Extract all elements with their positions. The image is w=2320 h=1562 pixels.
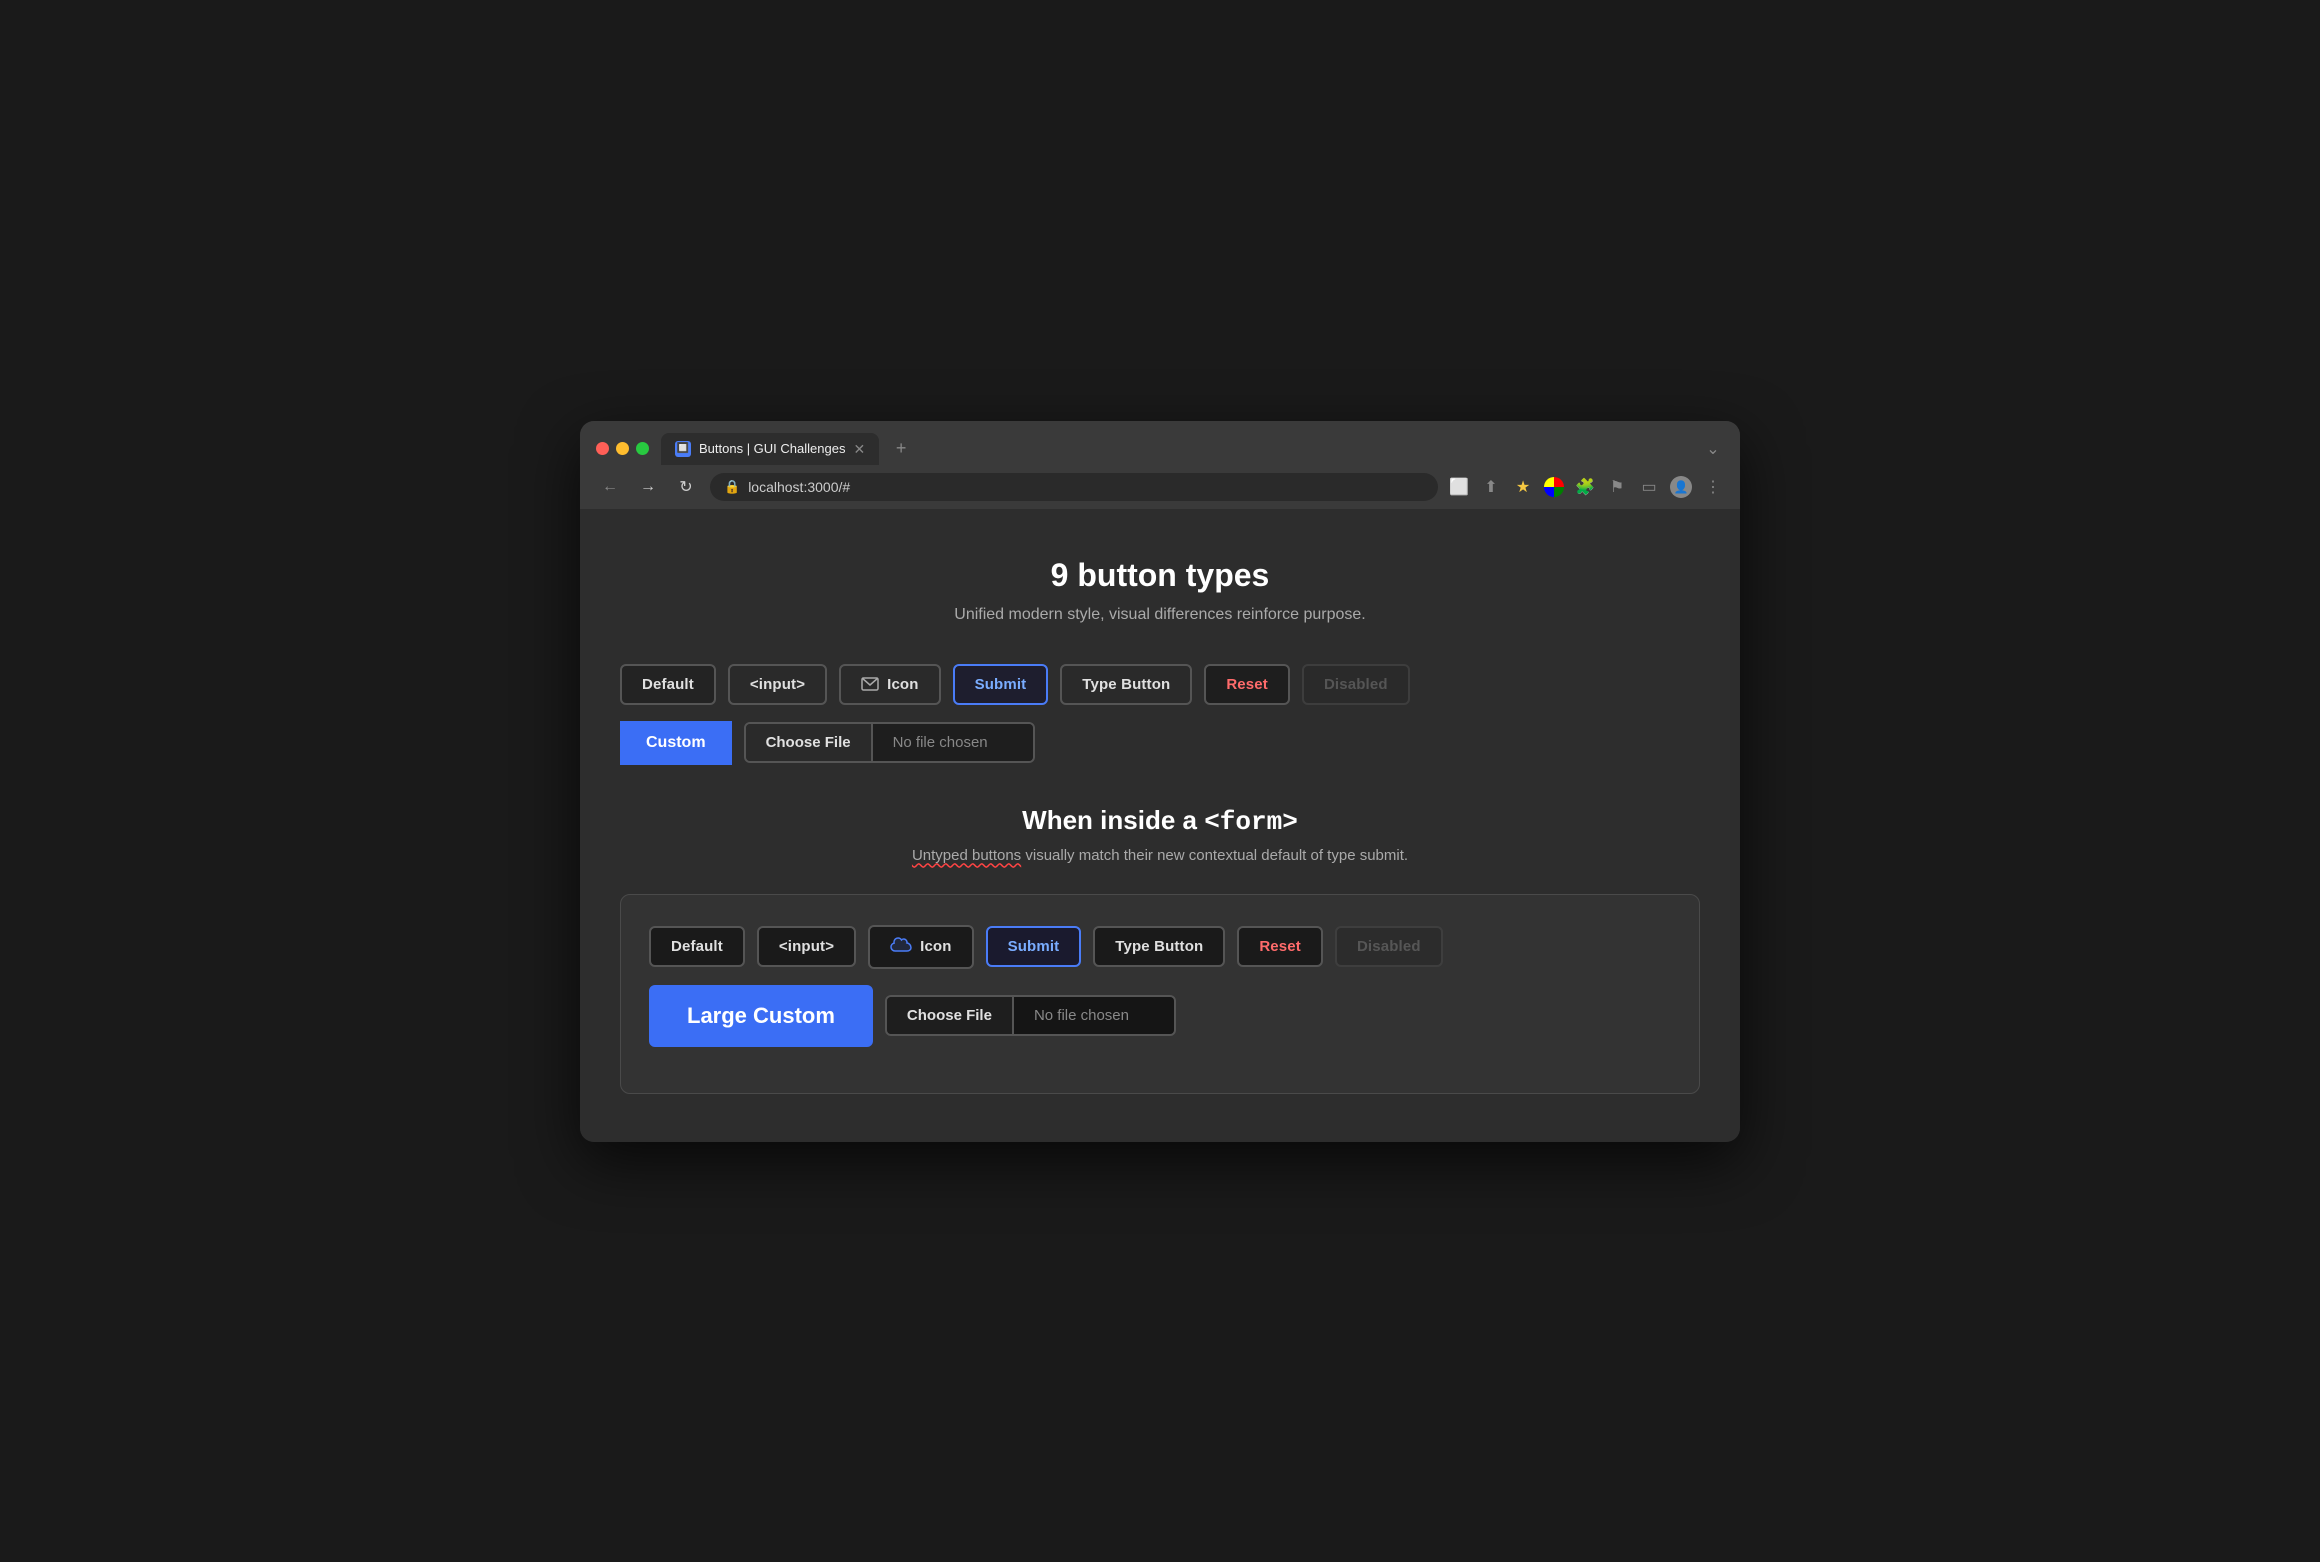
- form-disabled-button: Disabled: [1335, 926, 1443, 967]
- choose-file-button[interactable]: Choose File: [746, 724, 873, 761]
- section2-heading: When inside a <form>: [620, 805, 1700, 837]
- button-row-3: Default <input> Icon Submit Type Button …: [649, 925, 1671, 969]
- address-bar[interactable]: 🔒 localhost:3000/#: [710, 473, 1438, 501]
- reload-button[interactable]: ↻: [672, 473, 700, 501]
- address-text: localhost:3000/#: [748, 479, 850, 495]
- toolbar: ← → ↻ 🔒 localhost:3000/# ⬜ ⬆ ★ 🧩 ⚑ ▭ 👤 ⋮: [580, 465, 1740, 509]
- sidebar-icon[interactable]: ▭: [1638, 476, 1660, 498]
- close-tab-button[interactable]: ✕: [853, 442, 865, 456]
- page-subtitle: Unified modern style, visual differences…: [620, 606, 1700, 624]
- profile-avatar[interactable]: 👤: [1670, 476, 1692, 498]
- traffic-lights: [596, 442, 649, 455]
- tab-bar: 🔲 Buttons | GUI Challenges ✕ +: [661, 433, 1690, 465]
- chevron-down-icon[interactable]: ⌄: [1702, 438, 1724, 460]
- new-tab-button[interactable]: +: [887, 435, 915, 463]
- button-row-2: Custom Choose File No file chosen: [620, 721, 1700, 765]
- icon-button-label: Icon: [887, 676, 918, 693]
- submit-button[interactable]: Submit: [953, 664, 1049, 705]
- section2-subtitle: Untyped buttons visually match their new…: [620, 847, 1700, 864]
- form-no-file-chosen-label: No file chosen: [1014, 997, 1174, 1034]
- flag-icon[interactable]: ⚑: [1606, 476, 1628, 498]
- extensions-icon[interactable]: 🧩: [1574, 476, 1596, 498]
- button-row-4: Large Custom Choose File No file chosen: [649, 985, 1671, 1047]
- tab-favicon-icon: 🔲: [675, 441, 691, 457]
- cloud-icon: [890, 937, 912, 957]
- button-row-1: Default <input> Icon Submit Type Button …: [620, 664, 1700, 705]
- type-button-button[interactable]: Type Button: [1060, 664, 1192, 705]
- color-circle-icon[interactable]: [1544, 477, 1564, 497]
- form-input-button[interactable]: <input>: [757, 926, 856, 967]
- active-tab[interactable]: 🔲 Buttons | GUI Challenges ✕: [661, 433, 879, 465]
- form-reset-button[interactable]: Reset: [1237, 926, 1323, 967]
- tab-title: Buttons | GUI Challenges: [699, 441, 845, 456]
- browser-window: 🔲 Buttons | GUI Challenges ✕ + ⌄ ← → ↻ 🔒…: [580, 421, 1740, 1142]
- maximize-window-button[interactable]: [636, 442, 649, 455]
- minimize-window-button[interactable]: [616, 442, 629, 455]
- form-icon-button[interactable]: Icon: [868, 925, 973, 969]
- share-icon[interactable]: ⬆: [1480, 476, 1502, 498]
- form-file-input-wrapper: Choose File No file chosen: [885, 995, 1176, 1036]
- custom-button[interactable]: Custom: [620, 721, 732, 765]
- close-window-button[interactable]: [596, 442, 609, 455]
- forward-button[interactable]: →: [634, 473, 662, 501]
- no-file-chosen-label: No file chosen: [873, 724, 1033, 761]
- icon-button[interactable]: Icon: [839, 664, 940, 705]
- more-options-icon[interactable]: ⋮: [1702, 476, 1724, 498]
- form-submit-button[interactable]: Submit: [986, 926, 1082, 967]
- open-external-icon[interactable]: ⬜: [1448, 476, 1470, 498]
- envelope-icon: [861, 677, 879, 691]
- disabled-button: Disabled: [1302, 664, 1410, 705]
- page-content: 9 button types Unified modern style, vis…: [580, 509, 1740, 1142]
- form-icon-button-label: Icon: [920, 938, 951, 955]
- large-custom-button[interactable]: Large Custom: [649, 985, 873, 1047]
- lock-icon: 🔒: [724, 479, 740, 495]
- default-button[interactable]: Default: [620, 664, 716, 705]
- form-type-button-button[interactable]: Type Button: [1093, 926, 1225, 967]
- form-box: Default <input> Icon Submit Type Button …: [620, 894, 1700, 1094]
- bookmark-icon[interactable]: ★: [1512, 476, 1534, 498]
- reset-button[interactable]: Reset: [1204, 664, 1290, 705]
- input-button[interactable]: <input>: [728, 664, 827, 705]
- toolbar-actions: ⬜ ⬆ ★ 🧩 ⚑ ▭ 👤 ⋮: [1448, 476, 1724, 498]
- form-default-button[interactable]: Default: [649, 926, 745, 967]
- back-button[interactable]: ←: [596, 473, 624, 501]
- page-title: 9 button types: [620, 557, 1700, 594]
- file-input-wrapper: Choose File No file chosen: [744, 722, 1035, 763]
- form-choose-file-button[interactable]: Choose File: [887, 997, 1014, 1034]
- title-bar: 🔲 Buttons | GUI Challenges ✕ + ⌄: [580, 421, 1740, 465]
